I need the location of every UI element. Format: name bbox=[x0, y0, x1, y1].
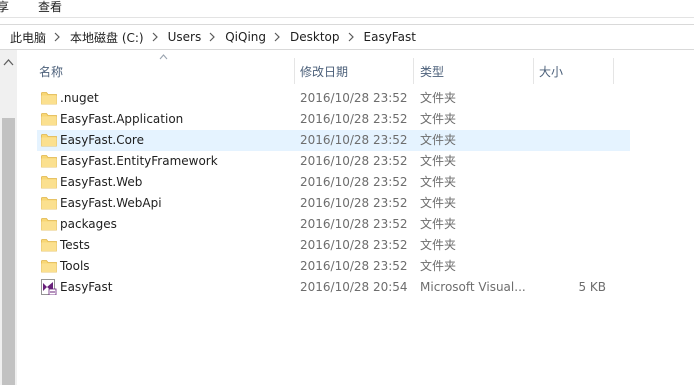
file-date: 2016/10/28 23:52 bbox=[300, 259, 408, 273]
file-type: 文件夹 bbox=[420, 196, 457, 210]
file-list: 名称 修改日期 类型 大小 .nuget 2016/10/28 23:52 文件夹 E… bbox=[20, 50, 694, 385]
file-type: 文件夹 bbox=[420, 91, 457, 105]
file-type: Microsoft Visual... bbox=[420, 280, 526, 294]
file-name: EasyFast.EntityFramework bbox=[60, 154, 218, 168]
folder-icon bbox=[41, 238, 57, 252]
file-type: 文件夹 bbox=[420, 133, 457, 147]
file-type: 文件夹 bbox=[420, 112, 457, 126]
file-name: packages bbox=[60, 217, 117, 231]
file-date: 2016/10/28 23:52 bbox=[300, 112, 408, 126]
breadcrumb-easyfast[interactable]: EasyFast bbox=[364, 30, 416, 44]
folder-icon bbox=[41, 259, 57, 273]
file-date: 2016/10/28 23:52 bbox=[300, 175, 408, 189]
file-size: 5 KB bbox=[578, 280, 606, 294]
visual-studio-solution-icon bbox=[41, 279, 57, 296]
file-date: 2016/10/28 23:52 bbox=[300, 133, 408, 147]
file-row[interactable]: Tools 2016/10/28 23:52 文件夹 bbox=[37, 256, 630, 277]
breadcrumb-local-disk[interactable]: 本地磁盘 (C:) bbox=[70, 29, 144, 46]
file-name: EasyFast bbox=[60, 280, 113, 294]
column-header-type[interactable]: 类型 bbox=[420, 58, 444, 86]
folder-icon bbox=[41, 133, 57, 147]
file-name: EasyFast.Application bbox=[60, 112, 184, 126]
file-date: 2016/10/28 23:52 bbox=[300, 91, 408, 105]
file-row[interactable]: EasyFast.Application 2016/10/28 23:52 文件夹 bbox=[37, 109, 630, 130]
file-date: 2016/10/28 23:52 bbox=[300, 154, 408, 168]
file-name: EasyFast.Core bbox=[60, 133, 144, 147]
column-header-size[interactable]: 大小 bbox=[539, 58, 563, 86]
folder-icon bbox=[41, 196, 57, 210]
navigation-pane bbox=[0, 50, 17, 385]
file-name: Tools bbox=[60, 259, 90, 273]
file-type: 文件夹 bbox=[420, 217, 457, 231]
file-name: .nuget bbox=[60, 91, 99, 105]
ribbon: 享 查看 bbox=[0, 0, 694, 18]
file-type: 文件夹 bbox=[420, 175, 457, 189]
file-row[interactable]: EasyFast.Web 2016/10/28 23:52 文件夹 bbox=[37, 172, 630, 193]
breadcrumb-desktop[interactable]: Desktop bbox=[290, 30, 340, 44]
column-divider[interactable] bbox=[413, 58, 414, 84]
chevron-right-icon[interactable] bbox=[273, 32, 281, 42]
scroll-up-icon[interactable] bbox=[0, 54, 17, 71]
file-date: 2016/10/28 20:54 bbox=[300, 280, 408, 294]
column-header-date[interactable]: 修改日期 bbox=[300, 58, 348, 86]
file-row[interactable]: EasyFast 2016/10/28 20:54 Microsoft Visual… bbox=[37, 277, 630, 298]
scrollbar-thumb[interactable] bbox=[2, 118, 15, 385]
file-date: 2016/10/28 23:52 bbox=[300, 238, 408, 252]
breadcrumb-user-folder[interactable]: QiQing bbox=[225, 30, 266, 44]
file-date: 2016/10/28 23:52 bbox=[300, 196, 408, 210]
file-row[interactable]: EasyFast.Core 2016/10/28 23:52 文件夹 bbox=[37, 130, 630, 151]
file-type: 文件夹 bbox=[420, 154, 457, 168]
file-row[interactable]: Tests 2016/10/28 23:52 文件夹 bbox=[37, 235, 630, 256]
file-row[interactable]: EasyFast.EntityFramework 2016/10/28 23:52… bbox=[37, 151, 630, 172]
file-row[interactable]: EasyFast.WebApi 2016/10/28 23:52 文件夹 bbox=[37, 193, 630, 214]
folder-icon bbox=[41, 154, 57, 168]
column-divider[interactable] bbox=[533, 58, 534, 84]
column-header-name[interactable]: 名称 bbox=[39, 58, 63, 86]
nav-scrollbar[interactable] bbox=[0, 50, 17, 385]
file-name: Tests bbox=[60, 238, 90, 252]
breadcrumb-users[interactable]: Users bbox=[168, 30, 202, 44]
chevron-right-icon[interactable] bbox=[151, 32, 159, 42]
chevron-right-icon[interactable] bbox=[208, 32, 216, 42]
folder-icon bbox=[41, 112, 57, 126]
chevron-right-icon[interactable] bbox=[347, 32, 355, 42]
breadcrumb: 此电脑 本地磁盘 (C:) Users QiQing Desktop EasyF… bbox=[10, 25, 416, 49]
address-bar[interactable]: 此电脑 本地磁盘 (C:) Users QiQing Desktop EasyF… bbox=[0, 24, 694, 50]
file-row[interactable]: .nuget 2016/10/28 23:52 文件夹 bbox=[37, 88, 630, 109]
folder-icon bbox=[41, 91, 57, 105]
ribbon-tab-share[interactable]: 享 bbox=[0, 0, 9, 14]
file-type: 文件夹 bbox=[420, 238, 457, 252]
sort-ascending-icon bbox=[159, 54, 168, 60]
file-type: 文件夹 bbox=[420, 259, 457, 273]
folder-icon bbox=[41, 175, 57, 189]
folder-icon bbox=[41, 217, 57, 231]
file-name: EasyFast.WebApi bbox=[60, 196, 162, 210]
column-divider[interactable] bbox=[294, 58, 295, 84]
ribbon-tab-view[interactable]: 查看 bbox=[38, 0, 62, 14]
file-name: EasyFast.Web bbox=[60, 175, 143, 189]
chevron-right-icon[interactable] bbox=[53, 32, 61, 42]
breadcrumb-this-pc[interactable]: 此电脑 bbox=[10, 29, 46, 46]
column-divider[interactable] bbox=[613, 58, 614, 84]
file-row[interactable]: packages 2016/10/28 23:52 文件夹 bbox=[37, 214, 630, 235]
file-date: 2016/10/28 23:52 bbox=[300, 217, 408, 231]
